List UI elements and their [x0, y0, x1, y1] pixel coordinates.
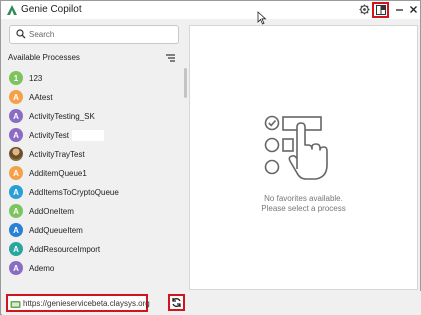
process-label: 123	[29, 73, 43, 83]
status-bar: https://genieservicebeta.claysys.org	[2, 291, 421, 315]
list-item[interactable]: A AAtest	[2, 88, 182, 106]
list-item[interactable]: A AddItemsToCryptoQueue	[2, 183, 182, 201]
avatar: A	[9, 261, 23, 275]
list-item[interactable]: A ActivityTest	[2, 126, 182, 144]
split-panel-icon	[375, 5, 386, 15]
service-url: https://genieservicebeta.claysys.org	[23, 299, 150, 308]
sort-icon[interactable]	[166, 54, 175, 62]
avatar: A	[9, 128, 23, 142]
list-item[interactable]: A AddOneItem	[2, 202, 182, 220]
scrollbar-thumb[interactable]	[184, 68, 187, 98]
list-item[interactable]: A ActivityTesting_SK	[2, 107, 182, 125]
redaction-block	[72, 129, 104, 141]
process-label: AdditemQueue1	[29, 168, 87, 178]
avatar: A	[9, 242, 23, 256]
service-url-field[interactable]: https://genieservicebeta.claysys.org	[6, 294, 150, 312]
mouse-cursor-icon	[257, 11, 267, 25]
process-list: 1 123 A AAtest A ActivityTesting_SK A Ac…	[2, 66, 182, 290]
process-label: ActivityTesting_SK	[29, 111, 95, 121]
avatar: A	[9, 223, 23, 237]
process-label: AddQueueItem	[29, 225, 83, 235]
minimize-icon	[395, 9, 403, 11]
scrollbar-track[interactable]	[183, 68, 187, 290]
avatar: A	[9, 166, 23, 180]
close-icon	[409, 6, 417, 13]
process-label: ActivityTrayTest	[29, 149, 85, 159]
close-button[interactable]	[405, 2, 421, 17]
favorites-panel: No favorites available. Please select a …	[189, 25, 418, 290]
panel-layout-button[interactable]	[372, 2, 389, 18]
empty-state-title: No favorites available.	[264, 194, 343, 203]
avatar	[9, 147, 23, 161]
avatar: A	[9, 109, 23, 123]
process-label: ActivityTest	[29, 130, 70, 140]
process-label: AAtest	[29, 92, 53, 102]
gear-icon	[358, 4, 370, 15]
list-item[interactable]: A AdditemQueue1	[2, 164, 182, 182]
process-label: AddOneItem	[29, 206, 74, 216]
refresh-icon	[172, 298, 181, 307]
search-placeholder: Search	[29, 30, 55, 39]
list-item[interactable]: A AddQueueItem	[2, 221, 182, 239]
process-label: Ademo	[29, 263, 55, 273]
title-bar: Genie Copilot	[1, 1, 420, 19]
avatar: A	[9, 185, 23, 199]
list-item[interactable]: ActivityTrayTest	[2, 145, 182, 163]
search-icon	[16, 29, 26, 39]
avatar: A	[9, 90, 23, 104]
app-title: Genie Copilot	[21, 4, 82, 15]
settings-button[interactable]	[356, 2, 372, 17]
app-window: Genie Copilot Search Available Processes…	[0, 0, 421, 315]
process-label: AddItemsToCryptoQueue	[29, 187, 119, 197]
select-process-illustration-icon	[264, 115, 328, 180]
section-heading: Available Processes	[8, 53, 80, 62]
connection-icon	[10, 301, 21, 308]
process-label: AddResourceImport	[29, 244, 101, 254]
list-item[interactable]: A AddResourceImport	[2, 240, 182, 258]
process-panel: Search Available Processes 1 123 A AAtes…	[2, 20, 187, 290]
genie-logo-icon	[7, 5, 17, 15]
list-item[interactable]: 1 123	[2, 69, 182, 87]
avatar: 1	[9, 71, 23, 85]
search-input[interactable]: Search	[9, 25, 179, 44]
list-item[interactable]: A Ademo	[2, 259, 182, 277]
refresh-button[interactable]	[168, 294, 185, 311]
empty-state-hint: Please select a process	[261, 204, 346, 213]
avatar: A	[9, 204, 23, 218]
